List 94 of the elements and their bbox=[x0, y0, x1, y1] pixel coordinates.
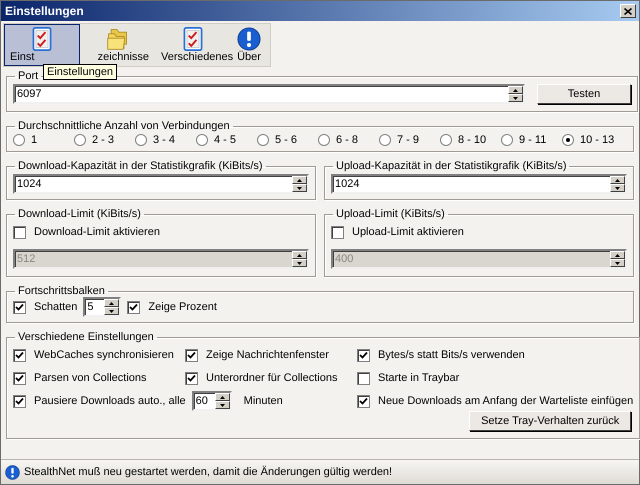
group-title: Upload-Limit (KiBits/s) bbox=[335, 208, 446, 220]
radio-label[interactable]: 1 bbox=[31, 134, 38, 146]
spin-up-button[interactable] bbox=[104, 299, 120, 307]
group-title: Verschiedene Einstellungen bbox=[17, 331, 155, 343]
checkbox[interactable] bbox=[13, 300, 26, 314]
close-button[interactable] bbox=[620, 4, 636, 18]
checkbox[interactable] bbox=[185, 372, 198, 384]
checkbox-label[interactable]: Unterordner für Collections bbox=[206, 372, 338, 384]
checkbox[interactable] bbox=[185, 348, 198, 362]
radio-label[interactable]: 4 - 5 bbox=[214, 134, 236, 146]
reset-tray-button[interactable]: Setze Tray-Verhalten zurück bbox=[469, 411, 632, 431]
info-icon bbox=[5, 464, 20, 480]
checkbox-label[interactable]: Starte in Traybar bbox=[378, 372, 460, 384]
group-title: Download-Kapazität in der Statistikgrafik (KiBits/s) bbox=[17, 160, 264, 172]
spin-field: 512 bbox=[13, 249, 309, 269]
down-arrow-icon bbox=[513, 96, 518, 100]
down-arrow-icon bbox=[297, 186, 302, 190]
radio-button[interactable] bbox=[318, 134, 330, 146]
up-arrow-icon bbox=[297, 178, 302, 182]
close-icon bbox=[624, 8, 632, 14]
radio-label[interactable]: 3 - 4 bbox=[153, 134, 176, 146]
window-title: Einstellungen bbox=[5, 4, 84, 18]
spin-field[interactable]: 1024 bbox=[13, 174, 309, 194]
group-title: Upload-Kapazität in der Statistikgrafik (KiBits/s) bbox=[335, 160, 568, 172]
spin-field: 400 bbox=[331, 249, 627, 269]
checkbox[interactable] bbox=[127, 300, 140, 314]
spin-down-button[interactable] bbox=[292, 184, 307, 192]
checkbox-label[interactable]: Schatten bbox=[34, 301, 78, 313]
radio-label[interactable]: 6 - 8 bbox=[336, 134, 358, 146]
up-arrow-icon bbox=[220, 396, 225, 398]
group-title: Port bbox=[17, 70, 40, 82]
down-arrow-icon bbox=[297, 262, 302, 264]
up-arrow-icon bbox=[109, 302, 114, 304]
up-arrow-icon bbox=[615, 254, 620, 256]
spin-field[interactable]: 60 bbox=[192, 391, 232, 411]
spin-down-button[interactable] bbox=[104, 307, 120, 315]
checkbox[interactable] bbox=[357, 372, 370, 384]
status-text: StealthNet muß neu gestartet werden, damit die Änderungen gültig werden! bbox=[24, 466, 392, 478]
checkbox-label[interactable]: Zeige Prozent bbox=[148, 301, 217, 313]
checkbox[interactable] bbox=[357, 394, 370, 408]
radio-button[interactable] bbox=[74, 134, 86, 146]
radio-button[interactable] bbox=[13, 134, 25, 146]
checklist-icon bbox=[182, 27, 204, 51]
radio-button[interactable] bbox=[135, 134, 147, 146]
unit-label: Minuten bbox=[244, 395, 283, 407]
spin-down-button[interactable] bbox=[214, 401, 230, 409]
radio-button[interactable] bbox=[440, 134, 452, 146]
radio-label[interactable]: 8 - 10 bbox=[458, 134, 486, 146]
spin-field[interactable]: 5 bbox=[83, 297, 122, 317]
radio-button[interactable] bbox=[501, 134, 513, 146]
radio-button[interactable] bbox=[257, 134, 269, 146]
radio-button[interactable] bbox=[562, 134, 574, 146]
spin-field[interactable]: 1024 bbox=[331, 174, 627, 194]
info-icon bbox=[236, 27, 262, 51]
toolbar-tab[interactable]: Einst bbox=[4, 24, 80, 66]
group-title: Fortschrittsbalken bbox=[17, 285, 106, 297]
group-title: Durchschnittliche Anzahl von Verbindungen bbox=[17, 120, 231, 132]
radio-label[interactable]: 2 - 3 bbox=[92, 134, 114, 146]
up-arrow-icon bbox=[513, 88, 518, 92]
checkbox[interactable] bbox=[13, 394, 26, 408]
radio-button[interactable] bbox=[379, 134, 391, 146]
down-arrow-icon bbox=[615, 262, 620, 264]
checkbox-label[interactable]: Zeige Nachrichtenfenster bbox=[206, 349, 329, 361]
up-arrow-icon bbox=[297, 254, 302, 256]
group-title: Download-Limit (KiBits/s) bbox=[17, 208, 142, 220]
spin-field[interactable]: 6097 bbox=[13, 84, 525, 104]
spin-up-button[interactable] bbox=[214, 393, 230, 401]
checkbox-label[interactable]: WebCaches synchronisieren bbox=[34, 349, 174, 361]
checkbox-label[interactable]: Pausiere Downloads auto., alle bbox=[34, 395, 186, 407]
radio-label[interactable]: 5 - 6 bbox=[275, 134, 298, 146]
checkbox-label[interactable]: Neue Downloads am Anfang der Warteliste einfügen bbox=[378, 395, 634, 407]
checkbox[interactable] bbox=[357, 348, 370, 362]
toolbar-tab[interactable]: zeichnisse bbox=[80, 24, 155, 66]
radio-label[interactable]: 7 - 9 bbox=[397, 134, 420, 146]
up-arrow-icon bbox=[615, 178, 620, 182]
down-arrow-icon bbox=[220, 404, 225, 406]
checkbox[interactable] bbox=[13, 372, 26, 384]
checkbox-label[interactable]: Bytes/s statt Bits/s verwenden bbox=[378, 349, 525, 361]
spin-up-button[interactable] bbox=[610, 176, 625, 184]
spin-down-button[interactable] bbox=[610, 184, 625, 192]
toolbar-tab[interactable]: Verschiedenes bbox=[155, 24, 231, 66]
down-arrow-icon bbox=[615, 186, 620, 190]
radio-label[interactable]: 9 - 11 bbox=[519, 134, 546, 146]
down-arrow-icon bbox=[109, 310, 114, 312]
radio-button[interactable] bbox=[196, 134, 208, 146]
checkbox-label[interactable]: Parsen von Collections bbox=[34, 372, 147, 384]
spin-up-button[interactable] bbox=[508, 86, 523, 94]
tooltip: Einstellungen bbox=[43, 64, 118, 80]
checklist-icon bbox=[31, 27, 53, 51]
test-button[interactable]: Testen bbox=[537, 84, 631, 104]
spin-down-button[interactable] bbox=[508, 94, 523, 102]
radio-label[interactable]: 10 - 13 bbox=[580, 134, 614, 146]
checkbox[interactable] bbox=[13, 348, 26, 362]
spin-up-button[interactable] bbox=[292, 176, 307, 184]
